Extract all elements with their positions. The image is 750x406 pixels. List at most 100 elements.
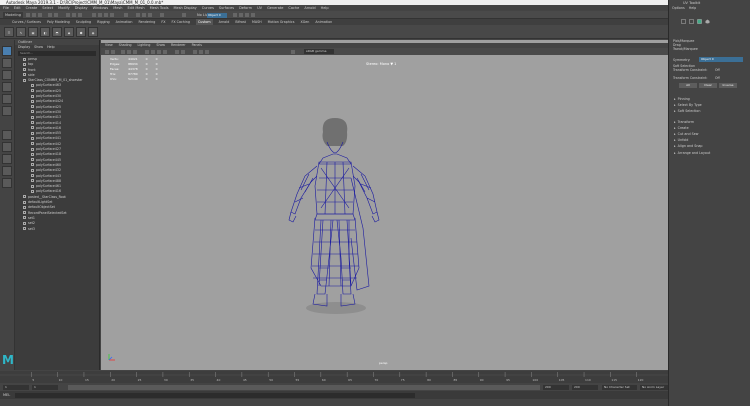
new-scene-icon[interactable] <box>26 13 30 17</box>
resolution-gate-icon[interactable] <box>133 49 137 54</box>
redo-icon[interactable] <box>54 13 58 17</box>
outliner-menu-show[interactable]: Show <box>34 45 43 50</box>
channel-box-icon[interactable] <box>251 13 255 17</box>
section-unfold[interactable]: Unfold <box>674 138 689 142</box>
anim-end-field[interactable]: 200 <box>572 384 598 390</box>
uv-toolkit-menu-help[interactable]: Help <box>689 6 697 11</box>
snap-grid-icon[interactable] <box>92 13 96 17</box>
section-align-and-snap[interactable]: Align and Snap <box>674 144 703 148</box>
section-transform[interactable]: Transform <box>674 120 694 124</box>
command-language-label[interactable]: MEL <box>3 393 10 397</box>
viewport-panel[interactable]: View Shading Lighting Show Renderer Panels sR… <box>101 40 668 370</box>
shelf-tool-icon-4[interactable]: ⬒ <box>52 27 62 37</box>
paint-select-icon[interactable] <box>2 70 12 80</box>
persp-outliner-layout-icon[interactable] <box>2 154 12 164</box>
range-end-field[interactable]: 200 <box>543 384 569 390</box>
scale-tool-icon[interactable] <box>2 106 12 116</box>
snap-view-icon[interactable] <box>110 13 114 17</box>
symmetry-dropdown[interactable]: Object X <box>699 57 743 62</box>
outliner-search-input[interactable]: Search... <box>18 51 96 56</box>
ambient-occlusion-icon[interactable] <box>181 49 185 54</box>
character-set-dropdown[interactable]: No Character Set <box>602 384 637 390</box>
section-soft-selection[interactable]: Soft Selection <box>674 109 701 113</box>
select-object-icon[interactable] <box>72 13 76 17</box>
sidebar-toggle-icon[interactable] <box>233 13 237 17</box>
four-view-layout-icon[interactable] <box>2 142 12 152</box>
attribute-editor-icon[interactable] <box>239 13 243 17</box>
transform-constraint-dropdown[interactable]: Off <box>715 68 720 72</box>
uv-vertex-icon[interactable] <box>681 19 686 24</box>
textured-icon[interactable] <box>157 49 161 54</box>
snap-curve-icon[interactable] <box>98 13 102 17</box>
color-management-icon[interactable] <box>291 49 295 54</box>
wireframe-icon[interactable] <box>145 49 149 54</box>
film-gate-icon[interactable] <box>127 49 131 54</box>
render-settings-icon[interactable] <box>148 13 152 17</box>
shelf-tool-icon-1[interactable]: ✎ <box>16 27 26 37</box>
select-all-button[interactable]: All <box>679 83 697 88</box>
xray-joints-icon[interactable] <box>205 49 209 54</box>
grid-icon[interactable] <box>121 49 125 54</box>
anim-start-field[interactable]: 1 <box>3 384 29 390</box>
section-select-by-type[interactable]: Select By Type <box>674 103 702 107</box>
layout-icon-5[interactable] <box>2 178 12 188</box>
uv-shell-icon[interactable] <box>705 19 710 24</box>
range-start-field[interactable]: 1 <box>32 384 58 390</box>
anim-layer-dropdown[interactable]: No Anim Layer <box>640 384 668 390</box>
camera-select-icon[interactable] <box>105 49 109 54</box>
uv-edge-icon[interactable] <box>689 19 694 24</box>
transform-node-icon <box>23 73 26 77</box>
camera-attributes-icon[interactable] <box>111 49 115 54</box>
select-tool-icon[interactable] <box>2 46 12 56</box>
save-scene-icon[interactable] <box>38 13 42 17</box>
time-ruler[interactable]: 5 10 15 20 25 30 35 40 45 50 55 60 65 70 75 80 85 90 95 100… <box>0 371 668 383</box>
lighting-icon[interactable] <box>163 49 167 54</box>
persp-graph-layout-icon[interactable] <box>2 166 12 176</box>
outliner-item[interactable]: set3 <box>15 227 99 232</box>
section-pinning[interactable]: Pinning <box>674 97 690 101</box>
hypershade-icon[interactable] <box>160 13 164 17</box>
move-tool-icon[interactable] <box>2 82 12 92</box>
render-icon[interactable] <box>136 13 140 17</box>
smooth-shade-icon[interactable] <box>151 49 155 54</box>
snap-point-icon[interactable] <box>104 13 108 17</box>
uv-toolkit-menu-options[interactable]: Options <box>672 6 685 11</box>
uv-face-icon[interactable] <box>697 19 702 24</box>
section-create[interactable]: Create <box>674 126 689 130</box>
command-input[interactable] <box>15 392 415 398</box>
shelf-tool-icon-2[interactable]: ▣ <box>28 27 38 37</box>
select-hierarchy-icon[interactable] <box>66 13 70 17</box>
shelf-tool-icon-5[interactable]: ◆ <box>64 27 74 37</box>
rotate-tool-icon[interactable] <box>2 94 12 104</box>
outliner-menu-display[interactable]: Display <box>18 45 30 50</box>
shelf-tool-icon-6[interactable]: ⬢ <box>76 27 86 37</box>
shelf-tool-icon-7[interactable]: ◉ <box>88 27 98 37</box>
magnet-icon[interactable] <box>182 13 186 17</box>
gamma-dropdown[interactable]: sRGB gamma <box>304 49 334 54</box>
history-icon[interactable] <box>124 13 128 17</box>
shelf-script-icon[interactable]: ☰ <box>4 27 14 37</box>
outliner-menu-help[interactable]: Help <box>47 45 55 50</box>
transform-constraint-dropdown-2[interactable]: Off <box>715 76 720 80</box>
undo-icon[interactable] <box>48 13 52 17</box>
section-arrange-and-layout[interactable]: Arrange and Layout <box>674 151 711 155</box>
shadows-icon[interactable] <box>175 49 179 54</box>
single-view-layout-icon[interactable] <box>2 130 12 140</box>
tool-settings-icon[interactable] <box>245 13 249 17</box>
tweak-marquee-option[interactable]: Tweak/Marquee <box>673 47 698 51</box>
xray-icon[interactable] <box>199 49 203 54</box>
lasso-tool-icon[interactable] <box>2 58 12 68</box>
ipr-render-icon[interactable] <box>142 13 146 17</box>
open-scene-icon[interactable] <box>32 13 36 17</box>
isolate-select-icon[interactable] <box>193 49 197 54</box>
section-cut-and-sew[interactable]: Cut and Sew <box>674 132 699 136</box>
range-slider[interactable] <box>68 384 540 390</box>
time-slider[interactable]: 5 10 15 20 25 30 35 40 45 50 55 60 65 70 75 80 85 90 95 100… <box>0 371 668 383</box>
character-wireframe[interactable] <box>271 118 401 348</box>
inverse-button[interactable]: Inverse <box>719 83 737 88</box>
select-component-icon[interactable] <box>78 13 82 17</box>
clear-button[interactable]: Clear <box>699 83 717 88</box>
shelf-tool-icon-3[interactable]: ◧ <box>40 27 50 37</box>
symmetry-field[interactable]: Object X <box>207 12 227 18</box>
menu-set-dropdown[interactable]: Modeling <box>3 12 23 18</box>
